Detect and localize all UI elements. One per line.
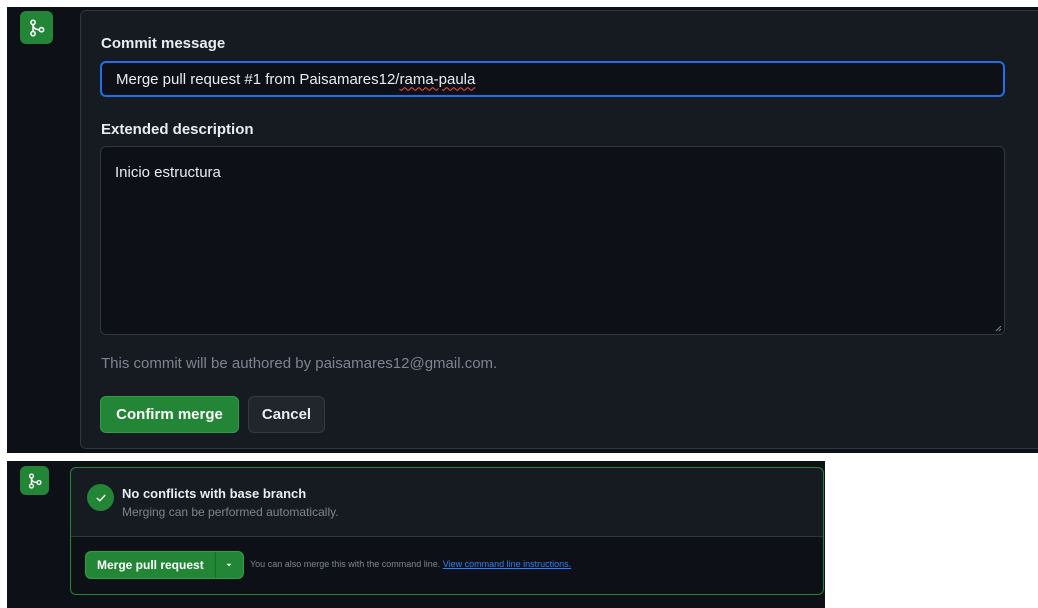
- commit-form: Commit message Merge pull request #1 fro…: [80, 10, 1038, 449]
- commit-message-input[interactable]: Merge pull request #1 from Paisamares12/…: [100, 61, 1005, 97]
- merge-pull-request-button[interactable]: Merge pull request: [86, 552, 215, 578]
- merge-check-section: No conflicts with base branch Merging ca…: [71, 468, 823, 535]
- commit-message-text: Merge pull request #1 from Paisamares12/: [116, 70, 400, 88]
- command-line-note: You can also merge this with the command…: [250, 559, 571, 569]
- spellcheck-flagged-word: rama-paula: [399, 70, 476, 88]
- git-merge-icon: [20, 466, 49, 495]
- cancel-button[interactable]: Cancel: [248, 396, 325, 433]
- git-merge-icon: [20, 11, 53, 44]
- status-subtitle: Merging can be performed automatically.: [122, 505, 339, 519]
- merge-status-box: No conflicts with base branch Merging ca…: [70, 467, 824, 595]
- confirm-merge-button[interactable]: Confirm merge: [100, 396, 239, 433]
- commit-form-panel: Commit message Merge pull request #1 fro…: [7, 7, 1038, 453]
- caret-down-icon: [226, 563, 232, 567]
- merge-method-dropdown-button[interactable]: [214, 552, 243, 578]
- extended-description-textarea[interactable]: Inicio estructura: [100, 146, 1005, 335]
- command-line-text: You can also merge this with the command…: [250, 559, 441, 569]
- resize-grip-icon[interactable]: [994, 324, 1002, 332]
- status-title: No conflicts with base branch: [122, 486, 307, 501]
- view-command-line-instructions-link[interactable]: View command line instructions.: [443, 559, 571, 569]
- merge-status-panel: No conflicts with base branch Merging ca…: [7, 461, 825, 608]
- extended-description-text: Inicio estructura: [115, 164, 221, 181]
- commit-message-label: Commit message: [101, 35, 226, 52]
- check-icon: [87, 484, 114, 511]
- extended-description-label: Extended description: [101, 121, 254, 138]
- merge-button-group: Merge pull request: [85, 551, 244, 579]
- merge-actions-section: Merge pull request You can also merge th…: [71, 537, 823, 594]
- author-note: This commit will be authored by paisamar…: [101, 355, 498, 372]
